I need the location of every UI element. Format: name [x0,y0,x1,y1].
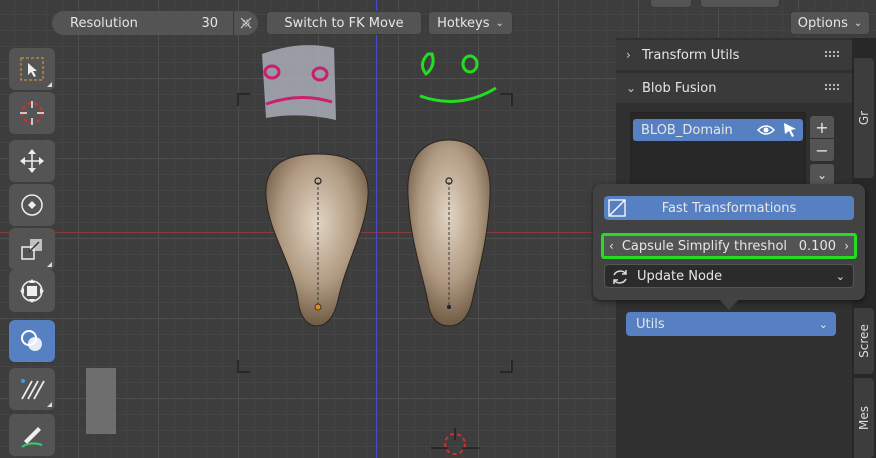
annotate-lines-tool[interactable] [9,368,55,410]
annotate-lines-icon [21,379,45,400]
switch-fk-move-label: Switch to FK Move [284,15,404,31]
3d-cursor-icon [431,428,479,455]
fast-transformations-label: Fast Transformations [661,200,797,216]
cursor-tool[interactable] [9,92,55,134]
cursor-icon [20,101,44,125]
chevron-down-icon: ⌄ [835,269,845,283]
scale-icon [21,239,42,260]
update-node-dropdown[interactable]: Update Node ⌄ [604,264,854,288]
blob-left [265,153,369,327]
refresh-icon [613,270,627,284]
pencil-icon [21,427,43,448]
add-item-button[interactable]: + [810,116,834,138]
update-node-label: Update Node [637,268,723,284]
utils-label: Utils [636,316,665,332]
chevron-right-icon: › [626,48,631,62]
resolution-value: 30 [201,15,218,31]
blob-list-item[interactable]: BLOB_Domain [633,119,803,141]
annotation-face-left [262,45,336,120]
resolution-settings-icon[interactable] [233,11,258,35]
tab-mes[interactable]: Mes [854,378,874,458]
chevron-down-icon: ⌄ [626,81,637,95]
chevron-down-icon: ⌄ [818,317,828,331]
annotation-face-right [419,52,497,103]
draw-tool[interactable] [9,414,55,456]
options-dropdown[interactable]: Options ⌄ [790,11,870,35]
transform-icon [20,279,44,303]
utils-dropdown[interactable]: Utils ⌄ [626,312,836,336]
chevron-down-icon: ⌄ [816,168,828,182]
eye-icon[interactable] [757,123,775,137]
top-stub-button-2[interactable] [700,0,780,8]
blob-tool[interactable] [9,320,55,362]
move-icon [20,149,44,173]
fast-transformations-button[interactable]: Fast Transformations [604,196,854,220]
remove-item-button[interactable]: − [810,139,834,161]
popup-pointer [718,298,740,310]
move-tool[interactable] [9,140,55,182]
list-menu-button[interactable]: ⌄ [810,164,834,186]
blob-fusion-label: Blob Fusion [642,80,717,96]
capsule-simplify-label: Capsule Simplify threshol [621,238,788,254]
capsule-simplify-field[interactable]: ‹ Capsule Simplify threshol 0.100 › [601,233,857,259]
tab-gr[interactable]: Gr [854,58,874,178]
transform-utils-label: Transform Utils [642,47,740,63]
select-arrow-icon[interactable] [783,122,797,138]
transform-box-icon [608,199,626,217]
tab-scree[interactable]: Scree [854,308,874,374]
drag-grip-icon[interactable] [824,83,840,91]
blob-icon [21,330,42,351]
rotate-tool[interactable] [9,184,55,226]
blob-fusion-header[interactable]: ⌄ Blob Fusion [616,73,852,103]
resolution-field[interactable]: Resolution 30 [52,11,258,35]
switch-fk-move-button[interactable]: Switch to FK Move [266,11,422,35]
select-box-tool[interactable] [9,48,55,90]
drag-grip-icon[interactable] [824,50,840,58]
rotate-icon [21,194,43,216]
chevron-down-icon: ⌄ [495,17,504,29]
fast-transform-popup: Fast Transformations ‹ Capsule Simplify … [593,184,865,300]
viewport-gizmo-box [86,368,116,434]
blob-list-item-label: BLOB_Domain [641,122,733,138]
select-box-icon [20,57,44,81]
blob-right [407,139,491,327]
chevron-left-icon[interactable]: ‹ [609,239,614,253]
chevron-right-icon[interactable]: › [844,239,849,253]
hotkeys-label: Hotkeys [437,15,490,31]
transform-utils-header[interactable]: › Transform Utils [616,40,852,70]
chevron-down-icon: ⌄ [853,17,863,29]
hotkeys-dropdown[interactable]: Hotkeys ⌄ [428,11,513,35]
resolution-label: Resolution [70,15,138,31]
transform-tool[interactable] [9,270,55,312]
options-label: Options [797,15,848,31]
scale-tool[interactable] [9,228,55,270]
minus-icon: − [815,140,829,160]
top-stub-button[interactable] [650,0,692,8]
plus-icon: + [815,117,829,137]
capsule-simplify-value: 0.100 [798,238,836,254]
